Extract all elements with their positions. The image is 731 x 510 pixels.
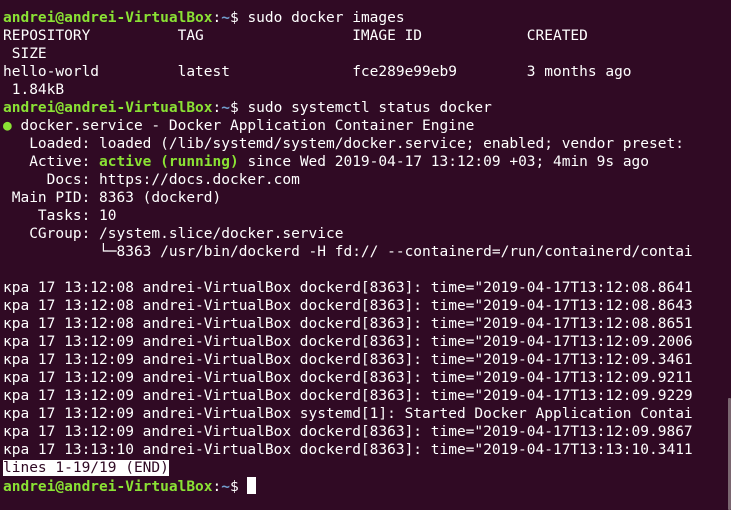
table-row-wrap: 1.84kB [3,82,65,98]
command-text: sudo systemctl status docker [247,100,492,116]
log-line: кра 17 13:12:09 andrei-VirtualBox system… [3,406,693,422]
prompt-user-host: andrei@andrei-VirtualBox [3,100,213,116]
log-line: кра 17 13:12:09 andrei-VirtualBox docker… [3,424,693,440]
prompt-separator: : [212,479,222,495]
command-text: sudo docker images [247,10,405,26]
main-pid-line: Main PID: 8363 (dockerd) [3,190,222,206]
terminal-window[interactable]: andrei@andrei-VirtualBox:~$ sudo docker … [0,0,731,510]
service-title: docker.service - Docker Application Cont… [11,118,475,134]
prompt-user-host: andrei@andrei-VirtualBox [3,10,213,26]
active-dot-icon: ● [3,118,12,134]
prompt-separator: : [212,10,222,26]
prompt-line: andrei@andrei-VirtualBox:~$ sudo systemc… [3,99,731,117]
log-line: кра 17 13:12:09 andrei-VirtualBox docker… [3,388,693,404]
prompt-separator: : [212,100,222,116]
table-header: REPOSITORY TAG IMAGE ID CREATED [3,28,588,44]
prompt-path: ~ [221,479,230,495]
active-since: since Wed 2019-04-17 13:12:09 +03; 4min … [238,154,650,170]
pager-status-line: lines 1-19/19 (END) [3,459,731,477]
active-status: active (running) [99,154,239,170]
prompt-line[interactable]: andrei@andrei-VirtualBox:~$ [3,477,731,495]
prompt-symbol: $ [229,100,248,116]
prompt-path: ~ [221,100,230,116]
prompt-user-host: andrei@andrei-VirtualBox [3,479,213,495]
table-row: hello-world latest fce289e99eb9 3 months… [3,64,632,80]
loaded-line: Loaded: loaded (/lib/systemd/system/dock… [3,136,684,152]
service-title-line: ● docker.service - Docker Application Co… [3,117,731,135]
prompt-path: ~ [221,10,230,26]
log-line: кра 17 13:12:08 andrei-VirtualBox docker… [3,316,693,332]
cgroup-child-line: └─8363 /usr/bin/dockerd -H fd:// --conta… [3,244,693,260]
log-line: кра 17 13:12:09 andrei-VirtualBox docker… [3,352,693,368]
log-line: кра 17 13:12:08 andrei-VirtualBox docker… [3,280,693,296]
prompt-symbol: $ [229,10,248,26]
log-line: кра 17 13:12:09 andrei-VirtualBox docker… [3,334,693,350]
pager-status: lines 1-19/19 (END) [3,460,169,476]
text-cursor[interactable] [247,477,257,494]
log-line: кра 17 13:12:09 andrei-VirtualBox docker… [3,370,693,386]
log-line: кра 17 13:13:10 andrei-VirtualBox docker… [3,442,693,458]
active-label: Active: [3,154,100,170]
cgroup-line: CGroup: /system.slice/docker.service [3,226,344,242]
prompt-line: andrei@andrei-VirtualBox:~$ sudo docker … [3,9,731,27]
prompt-symbol: $ [229,479,248,495]
active-line: Active: active (running) since Wed 2019-… [3,153,731,171]
tasks-line: Tasks: 10 [3,208,117,224]
docs-line: Docs: https://docs.docker.com [3,172,300,188]
log-line: кра 17 13:12:08 andrei-VirtualBox docker… [3,298,693,314]
table-header-wrap: SIZE [3,46,47,62]
